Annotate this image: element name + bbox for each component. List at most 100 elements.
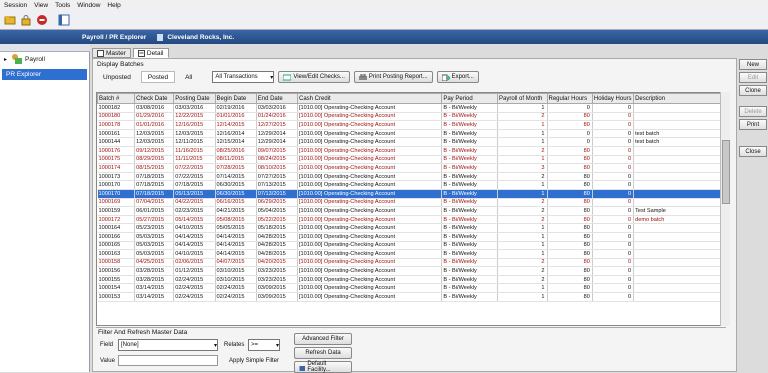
table-row[interactable]: 1000163 05/03/2015 04/10/2015 04/14/2015 04/… [97,249,725,259]
menu-tools[interactable]: Tools [55,2,70,9]
cell-begin-date: 03/10/2015 [215,275,257,285]
new-button[interactable]: New [739,59,767,70]
table-row[interactable]: 1000180 01/29/2016 12/22/2015 01/01/2016 01/… [97,112,725,122]
tab-detail-label: Detail [146,49,164,57]
cell-cash-credit: [1010.00] Operating-Checking Account [297,180,443,190]
clone-button[interactable]: Clone [739,85,767,96]
cell-check-date: 05/03/2015 [134,232,175,242]
cell-check-date: 12/03/2015 [134,129,175,139]
cell-pay-period: B - Bi/Weekly [441,163,499,173]
apply-simple-filter-label[interactable]: Apply Simple Filter [229,358,279,364]
table-row[interactable]: 1000175 08/29/2015 11/11/2015 08/11/2015 08/… [97,155,725,165]
cell-payroll-of-month: 3 [497,163,548,173]
breadcrumb: Payroll / PR Explorer [82,33,147,41]
cell-check-date: 03/08/2016 [134,103,175,113]
table-row[interactable]: 1000169 07/04/2015 04/22/2015 06/16/2015 06/… [97,198,725,208]
menu-view[interactable]: View [34,2,48,9]
option-all[interactable]: All [179,71,198,83]
table-row[interactable]: 1000144 12/03/2015 12/11/2015 12/15/2014 12/… [97,137,725,147]
cell-check-date: 12/03/2015 [134,137,175,147]
expand-icon[interactable]: ▸ [4,56,7,63]
tab-master[interactable]: Master [92,48,131,58]
nav-search-row [0,44,90,52]
cell-cash-credit: [1010.00] Operating-Checking Account [297,275,443,285]
table-row[interactable]: 1000153 03/14/2015 02/24/2015 02/24/2015 03/… [97,292,725,302]
table-row[interactable]: 1000158 04/25/2015 02/06/2015 04/07/2015 04/… [97,258,725,268]
cell-payroll-of-month: 1 [497,189,548,199]
cell-posting-date: 11/11/2015 [173,155,216,165]
table-row[interactable]: 1000166 05/03/2015 04/14/2015 04/14/2015 04/… [97,232,725,242]
cell-holiday-hours: 0 [592,232,635,242]
cell-cash-credit: [1010.00] Operating-Checking Account [297,129,443,139]
table-row[interactable]: 1000172 05/27/2015 05/14/2015 05/08/2015 05/… [97,215,725,225]
column-header-posting-date[interactable]: Posting Date [173,93,216,104]
advanced-filter-button[interactable]: Advanced Filter [294,333,352,345]
table-row[interactable]: 1000170 07/18/2015 07/18/2015 06/30/2015 07/… [97,180,725,190]
table-row[interactable]: 1000154 03/14/2015 02/24/2015 02/24/2015 03/… [97,283,725,294]
value-input[interactable] [118,355,218,366]
option-unposted[interactable]: Unposted [97,71,137,83]
open-folder-icon[interactable] [4,14,16,26]
cell-batch: 1000173 [97,172,136,182]
column-header-pay-period[interactable]: Pay Period [441,93,499,104]
lock-icon[interactable] [20,14,32,26]
table-row[interactable]: 1000161 12/03/2015 12/03/2015 12/16/2014 12/… [97,129,725,139]
relates-select[interactable]: >= ▾ [248,339,280,351]
menu-window[interactable]: Window [77,2,100,9]
column-header-check-date[interactable]: Check Date [134,93,175,104]
cell-cash-credit: [1010.00] Operating-Checking Account [297,241,443,251]
cell-end-date: 07/13/2015 [256,180,298,190]
table-row[interactable]: 1000156 03/28/2015 01/12/2015 03/10/2015 03/… [97,266,725,276]
printer-icon [358,73,367,80]
menu-session[interactable]: Session [4,2,27,9]
table-row[interactable]: 1000178 01/01/2016 12/16/2015 12/14/2015 12/… [97,120,725,130]
column-header-cash-credit[interactable]: Cash Credit [296,93,443,104]
cell-batch: 1000178 [97,120,136,130]
table-row[interactable]: 1000170 07/18/2015 05/13/2015 06/30/2015 07/… [97,189,725,199]
checks-icon [283,74,292,80]
table-row[interactable]: 1000174 08/15/2015 07/22/2015 07/28/2015 08/… [97,163,725,173]
field-select[interactable]: [None] ▾ [118,339,218,351]
cell-regular-hours: 0 [547,129,593,139]
column-header-end-date[interactable]: End Date [255,93,298,104]
stop-icon[interactable] [36,14,48,26]
table-row[interactable]: 1000182 03/08/2016 03/03/2016 02/19/2016 03/… [97,103,725,113]
cell-check-date: 03/14/2015 [134,283,175,294]
default-facility-button[interactable]: Default Facility... [294,361,352,373]
column-header-payroll-of-month[interactable]: Payroll of Month [497,93,548,104]
table-row[interactable]: 1000155 03/28/2015 02/24/2015 03/10/2015 03/… [97,275,725,285]
close-button[interactable]: Close [739,146,767,157]
table-row[interactable]: 1000176 09/12/2015 11/16/2015 08/25/2016 09/… [97,146,725,156]
cell-check-date: 06/01/2015 [134,206,175,216]
table-row[interactable]: 1000165 05/03/2015 04/14/2015 04/14/2015 04/… [97,241,725,251]
cell-holiday-hours: 0 [592,172,635,182]
cell-end-date: 01/24/2016 [256,112,298,122]
nav-section-payroll[interactable]: ▸ Payroll [0,52,89,66]
window-icon[interactable] [58,14,70,26]
column-header-begin-date[interactable]: Begin Date [214,93,257,104]
refresh-data-button[interactable]: Refresh Data [294,347,352,359]
column-header-description[interactable]: Description [633,93,725,104]
column-header-regular-hours[interactable]: Regular Hours [546,93,593,104]
batches-grid[interactable]: Batch # Check Date Posting Date Begin Date E… [96,92,726,326]
print-posting-report-button[interactable]: Print Posting Report... [353,71,433,83]
nav-item-pr-explorer[interactable]: PR Explorer [2,69,87,80]
column-header-batch[interactable]: Batch # [97,93,136,104]
menu-help[interactable]: Help [107,2,120,9]
export-button[interactable]: Export... [436,71,479,83]
scrollbar-thumb[interactable] [722,140,730,204]
view-edit-checks-button[interactable]: View/Edit Checks... [278,71,350,83]
display-batches-title: Display Batches [97,61,144,68]
grid-scrollbar[interactable] [720,92,730,326]
table-row[interactable]: 1000164 05/23/2015 04/10/2015 05/05/2015 05/… [97,223,725,233]
column-header-holiday-hours[interactable]: Holiday Hours [591,93,635,104]
option-posted[interactable]: Posted [140,71,176,83]
table-row[interactable]: 1000159 06/01/2015 02/23/2015 04/21/2015 05/… [97,206,725,216]
print-button[interactable]: Print [739,119,767,130]
cell-holiday-hours: 0 [592,258,635,268]
cell-description [633,223,725,233]
cell-pay-period: B - Bi/Weekly [441,249,499,259]
tab-detail[interactable]: Detail [132,48,169,58]
table-row[interactable]: 1000173 07/18/2015 07/22/2015 07/14/2015 07/… [97,172,725,182]
transaction-filter-select[interactable]: All Transactions ▾ [212,71,275,83]
